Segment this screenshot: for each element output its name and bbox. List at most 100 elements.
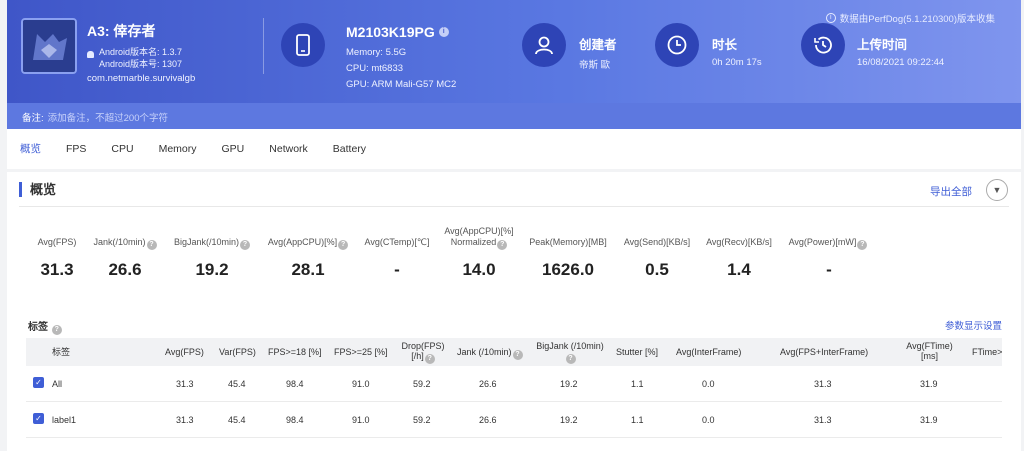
upload-time-label: 上传时间 bbox=[857, 38, 908, 52]
help-icon[interactable]: ? bbox=[338, 240, 349, 250]
col-header[interactable]: Drop(FPS) [/h]? bbox=[398, 341, 448, 364]
device-model-text: M2103K19PG bbox=[346, 24, 435, 40]
user-icon bbox=[522, 23, 566, 67]
col-header[interactable]: FTime> bbox=[972, 347, 1002, 357]
phone-icon bbox=[281, 23, 325, 67]
metric-value: - bbox=[394, 260, 400, 279]
cell: 45.4 bbox=[228, 415, 246, 425]
metric-value: 26.6 bbox=[108, 260, 142, 279]
col-header[interactable]: Var(FPS) bbox=[219, 347, 256, 357]
metric-label: Avg(AppCPU)[%]? bbox=[265, 237, 351, 250]
report-header: i 数据由PerfDog(5.1.210300)版本收集 A3: 倖存者 And… bbox=[7, 0, 1021, 103]
cell: 59.2 bbox=[413, 379, 431, 389]
tab-memory[interactable]: Memory bbox=[159, 129, 197, 169]
tab-overview[interactable]: 概览 bbox=[20, 129, 41, 169]
cell: 1.1 bbox=[631, 379, 644, 389]
col-header[interactable]: Stutter [%] bbox=[616, 347, 658, 357]
help-icon[interactable]: ? bbox=[512, 350, 523, 360]
col-header[interactable]: Jank (/10min)? bbox=[457, 347, 523, 360]
overview-card: 概览 导出全部 ▼ Avg(FPS) Jank(/10min)? BigJank… bbox=[7, 172, 1021, 451]
tab-bar: 概览 FPS CPU Memory GPU Network Battery bbox=[7, 129, 1021, 169]
metric-label: Avg(FPS) bbox=[37, 237, 77, 247]
metric-label: Avg(Recv)[KB/s] bbox=[706, 237, 772, 247]
device-memory: Memory: 5.5G bbox=[346, 47, 407, 58]
metric-label: Avg(Send)[KB/s] bbox=[623, 237, 691, 247]
tab-fps[interactable]: FPS bbox=[66, 129, 86, 169]
note-label: 备注: bbox=[22, 113, 44, 124]
metric-label: BigJank(/10min)? bbox=[170, 237, 254, 250]
col-header[interactable]: Avg(InterFrame) bbox=[676, 347, 741, 357]
device-info-icon[interactable]: i bbox=[438, 27, 449, 37]
note-bar[interactable]: 备注: 添加备注，不超过200个字符 bbox=[7, 103, 1021, 129]
metric-value: 0.5 bbox=[645, 260, 669, 279]
metric-value: 14.0 bbox=[462, 260, 496, 279]
cell: 59.2 bbox=[413, 415, 431, 425]
col-header[interactable]: 标签 bbox=[52, 347, 70, 357]
metric-label: Jank(/10min)? bbox=[90, 237, 160, 250]
cell: 0.0 bbox=[702, 379, 715, 389]
tags-title: 标签 ? bbox=[28, 318, 62, 335]
row-checkbox[interactable]: ✓ bbox=[33, 413, 44, 424]
cell: 31.9 bbox=[920, 379, 938, 389]
table-row[interactable]: ✓ All 31.3 45.4 98.4 91.0 59.2 26.6 19.2… bbox=[26, 366, 1002, 402]
note-input[interactable]: 添加备注，不超过200个字符 bbox=[48, 113, 168, 124]
package-name: com.netmarble.survivalgb bbox=[87, 73, 196, 84]
export-all-link[interactable]: 导出全部 bbox=[930, 184, 972, 199]
help-icon[interactable]: ? bbox=[51, 325, 62, 335]
help-icon[interactable]: ? bbox=[240, 240, 251, 250]
tab-gpu[interactable]: GPU bbox=[222, 129, 245, 169]
tab-network[interactable]: Network bbox=[269, 129, 308, 169]
cell: 31.3 bbox=[176, 379, 194, 389]
cell: 31.3 bbox=[814, 415, 832, 425]
column-settings-link[interactable]: 参数显示设置 bbox=[945, 318, 1002, 332]
help-icon[interactable]: ? bbox=[424, 354, 435, 364]
cell: 91.0 bbox=[352, 415, 370, 425]
info-icon: i bbox=[825, 13, 836, 23]
cell: 19.2 bbox=[560, 379, 578, 389]
clock-icon bbox=[655, 23, 699, 67]
chevron-down-icon[interactable]: ▼ bbox=[986, 179, 1008, 201]
col-header[interactable]: FPS>=18 [%] bbox=[268, 347, 322, 357]
duration-value: 0h 20m 17s bbox=[712, 57, 762, 68]
help-icon[interactable]: ? bbox=[146, 240, 157, 250]
row-name: All bbox=[52, 379, 63, 389]
metric-label: Avg(CTemp)[℃] bbox=[364, 237, 430, 247]
metric-value: 1.4 bbox=[727, 260, 751, 279]
col-header[interactable]: FPS>=25 [%] bbox=[334, 347, 388, 357]
divider bbox=[19, 206, 1009, 207]
cell: 19.2 bbox=[560, 415, 578, 425]
creator-label: 创建者 bbox=[579, 38, 617, 52]
help-icon[interactable]: ? bbox=[565, 354, 576, 364]
history-icon bbox=[801, 23, 845, 67]
metric-value: 31.3 bbox=[40, 260, 74, 279]
perfdog-version-notice: i 数据由PerfDog(5.1.210300)版本收集 bbox=[825, 11, 995, 25]
device-gpu: GPU: ARM Mali-G57 MC2 bbox=[346, 79, 457, 90]
metric-label: Avg(AppCPU)[%] Normalized? bbox=[444, 226, 514, 250]
cell: 1.1 bbox=[631, 415, 644, 425]
overview-title: 概览 bbox=[19, 182, 56, 197]
cell: 26.6 bbox=[479, 379, 497, 389]
device-model: M2103K19PG i bbox=[346, 24, 449, 40]
tab-cpu[interactable]: CPU bbox=[111, 129, 133, 169]
col-header[interactable]: Avg(FTime) [ms] bbox=[902, 341, 957, 361]
help-icon[interactable]: ? bbox=[497, 240, 508, 250]
cell: 31.9 bbox=[920, 415, 938, 425]
help-icon[interactable]: ? bbox=[857, 240, 868, 250]
header-divider bbox=[263, 18, 264, 74]
cell: 91.0 bbox=[352, 379, 370, 389]
cell: 45.4 bbox=[228, 379, 246, 389]
android-icon bbox=[87, 51, 94, 58]
metric-label: Peak(Memory)[MB] bbox=[529, 237, 607, 247]
metric-value: 1626.0 bbox=[542, 260, 594, 279]
tab-battery[interactable]: Battery bbox=[333, 129, 366, 169]
metric-label: Avg(Power)[mW]? bbox=[785, 237, 871, 250]
table-row[interactable]: ✓ label1 31.3 45.4 98.4 91.0 59.2 26.6 1… bbox=[26, 402, 1002, 438]
col-header[interactable]: BigJank (/10min)? bbox=[534, 341, 606, 364]
cell: 0.0 bbox=[702, 415, 715, 425]
col-header[interactable]: Avg(FPS+InterFrame) bbox=[780, 347, 868, 357]
row-checkbox[interactable]: ✓ bbox=[33, 377, 44, 388]
cell: 26.6 bbox=[479, 415, 497, 425]
col-header[interactable]: Avg(FPS) bbox=[165, 347, 204, 357]
cell: 98.4 bbox=[286, 415, 304, 425]
table-header: 标签 Avg(FPS) Var(FPS) FPS>=18 [%] FPS>=25… bbox=[26, 338, 1002, 366]
